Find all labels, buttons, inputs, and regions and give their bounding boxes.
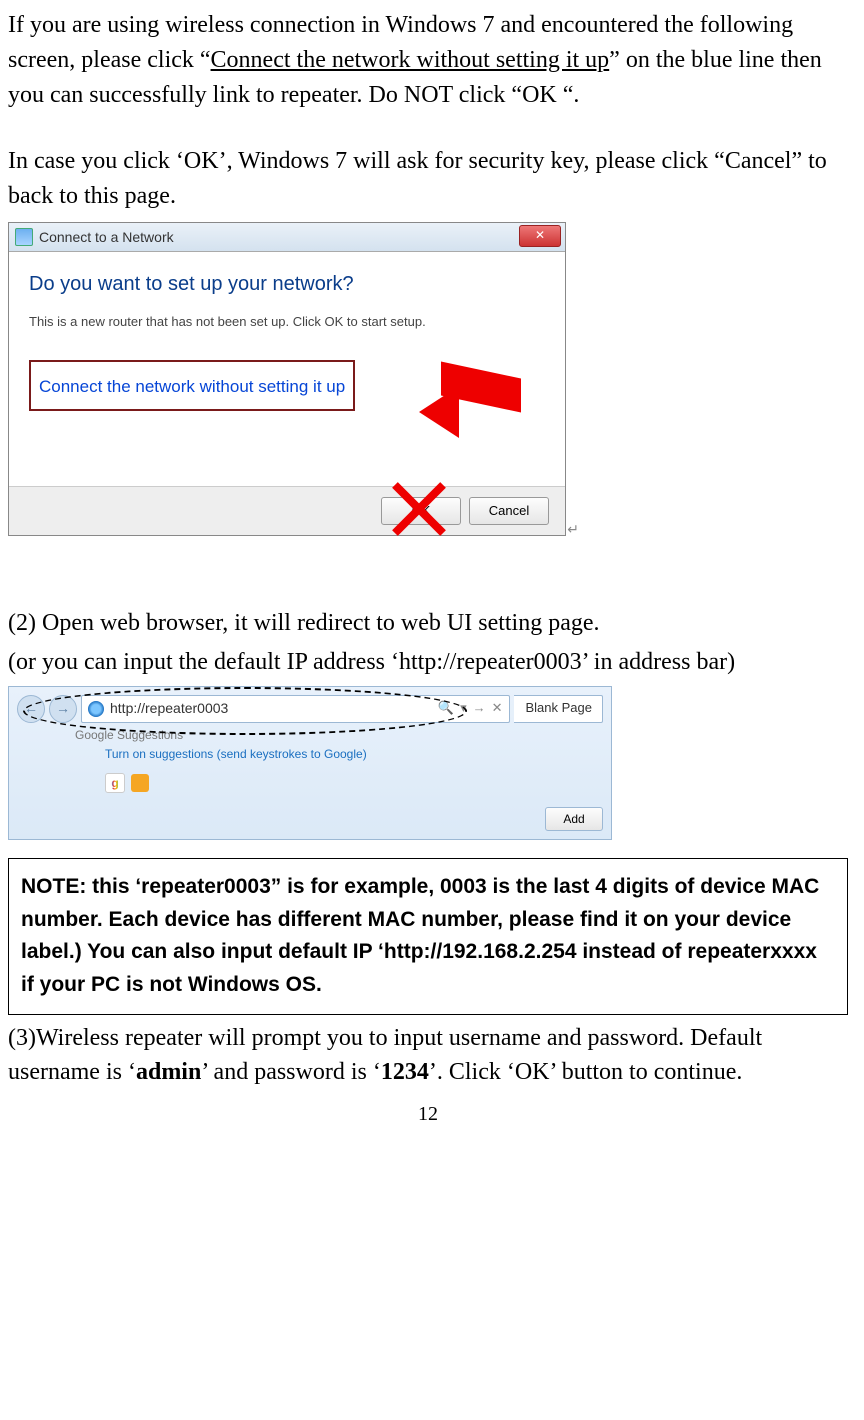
inline-link-text: Connect the network without setting it u… bbox=[211, 47, 610, 73]
back-button[interactable]: ← bbox=[17, 695, 45, 723]
suggestions-label: Google Suggestions bbox=[75, 727, 603, 744]
browser-tab[interactable]: Blank Page bbox=[514, 695, 604, 723]
footnote-mark: ↵ bbox=[567, 519, 579, 539]
ok-button-wrap: OK bbox=[381, 497, 461, 525]
dialog-footer: OK Cancel ↵ bbox=[9, 486, 565, 535]
google-icon: g bbox=[105, 773, 125, 793]
url-text: http://repeater0003 bbox=[110, 698, 228, 718]
paragraph-cancel-note: In case you click ‘OK’, Windows 7 will a… bbox=[8, 144, 848, 214]
step-2-line-1: (2) Open web browser, it will redirect t… bbox=[8, 606, 848, 641]
search-icon: 🔍 bbox=[438, 699, 454, 718]
browser-screenshot: ← → http://repeater0003 🔍 ▾ → ✕ Blank Pa… bbox=[8, 686, 612, 841]
connect-without-setup-link[interactable]: Connect the network without setting it u… bbox=[39, 377, 345, 396]
dialog-title: Connect to a Network bbox=[39, 227, 174, 247]
browser-toolbar: ← → http://repeater0003 🔍 ▾ → ✕ Blank Pa… bbox=[9, 687, 611, 804]
address-bar[interactable]: http://repeater0003 🔍 ▾ → ✕ bbox=[81, 695, 510, 723]
stop-icon: ✕ bbox=[492, 699, 503, 718]
dialog-body: Do you want to set up your network? This… bbox=[9, 252, 565, 486]
tab-label: Blank Page bbox=[526, 699, 593, 718]
ie-icon bbox=[88, 701, 104, 717]
note-box: NOTE: this ‘repeater0003” is for example… bbox=[8, 858, 848, 1014]
dropdown-icon: ▾ bbox=[460, 699, 467, 718]
red-arrow-annotation bbox=[429, 366, 549, 416]
step-3: (3)Wireless repeater will prompt you to … bbox=[8, 1021, 848, 1091]
bing-icon bbox=[131, 774, 149, 792]
connect-network-dialog: Connect to a Network ✕ Do you want to se… bbox=[8, 222, 566, 536]
dialog-titlebar: Connect to a Network ✕ bbox=[9, 223, 565, 252]
forward-button[interactable]: → bbox=[49, 695, 77, 723]
page-number: 12 bbox=[8, 1100, 848, 1129]
turn-on-suggestions-link[interactable]: Turn on suggestions (send keystrokes to … bbox=[105, 746, 603, 763]
step-2-line-2: (or you can input the default IP address… bbox=[8, 645, 848, 680]
cancel-button[interactable]: Cancel bbox=[469, 497, 549, 525]
paragraph-intro: If you are using wireless connection in … bbox=[8, 8, 848, 112]
text: ’. Click ‘OK’ button to continue. bbox=[429, 1059, 743, 1085]
dialog-question: Do you want to set up your network? bbox=[29, 270, 545, 299]
add-button[interactable]: Add bbox=[545, 807, 603, 831]
network-icon bbox=[15, 228, 33, 246]
close-button[interactable]: ✕ bbox=[519, 225, 561, 247]
ok-button[interactable]: OK bbox=[381, 497, 461, 525]
dialog-subtitle: This is a new router that has not been s… bbox=[29, 313, 545, 332]
default-password: 1234 bbox=[381, 1059, 429, 1085]
connect-link-highlight: Connect the network without setting it u… bbox=[29, 360, 355, 411]
go-arrow-icon: → bbox=[473, 699, 486, 718]
default-username: admin bbox=[136, 1059, 201, 1085]
text: ’ and password is ‘ bbox=[201, 1059, 381, 1085]
